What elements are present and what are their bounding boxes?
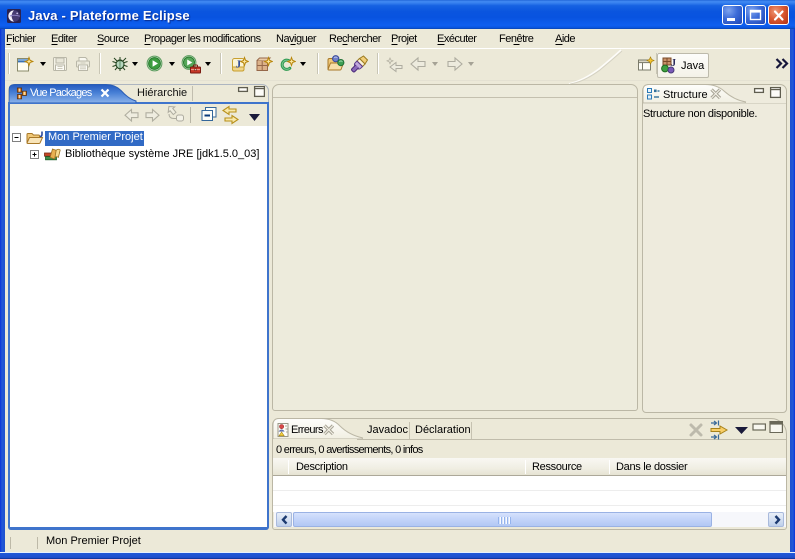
svg-text:J: J	[671, 58, 676, 69]
